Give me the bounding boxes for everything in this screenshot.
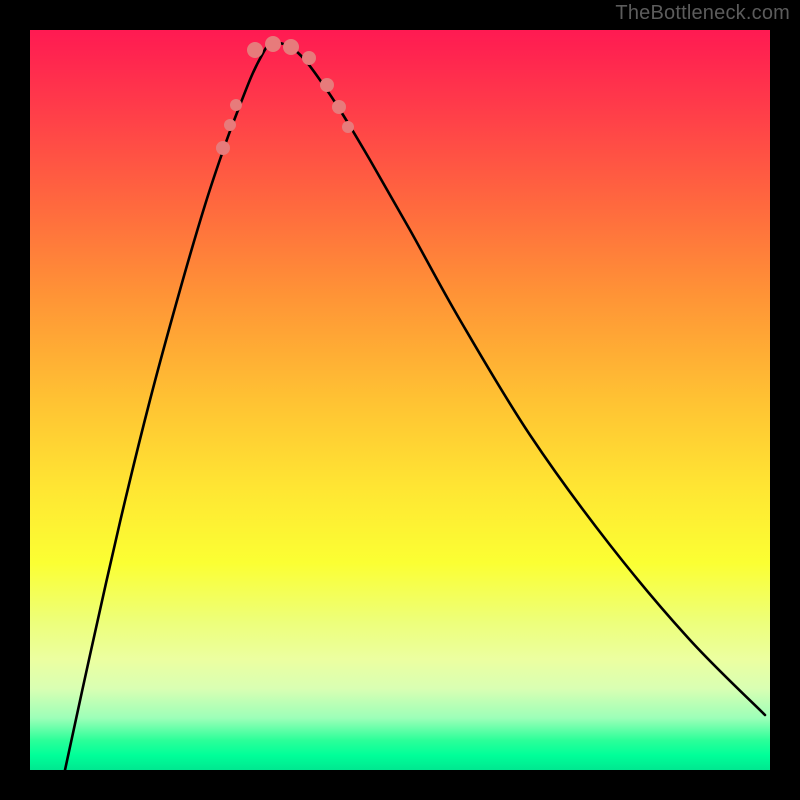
curve-marker — [283, 39, 299, 55]
curve-svg — [30, 30, 770, 770]
chart-frame: TheBottleneck.com — [0, 0, 800, 800]
curve-marker — [230, 99, 242, 111]
curve-marker — [320, 78, 334, 92]
curve-marker — [224, 119, 236, 131]
plot-area — [30, 30, 770, 770]
curve-marker — [265, 36, 281, 52]
curve-marker — [247, 42, 263, 58]
curve-marker — [302, 51, 316, 65]
curve-marker — [332, 100, 346, 114]
bottleneck-curve — [65, 42, 765, 770]
watermark-text: TheBottleneck.com — [615, 2, 790, 25]
curve-marker — [342, 121, 354, 133]
curve-markers — [216, 36, 354, 155]
curve-marker — [216, 141, 230, 155]
